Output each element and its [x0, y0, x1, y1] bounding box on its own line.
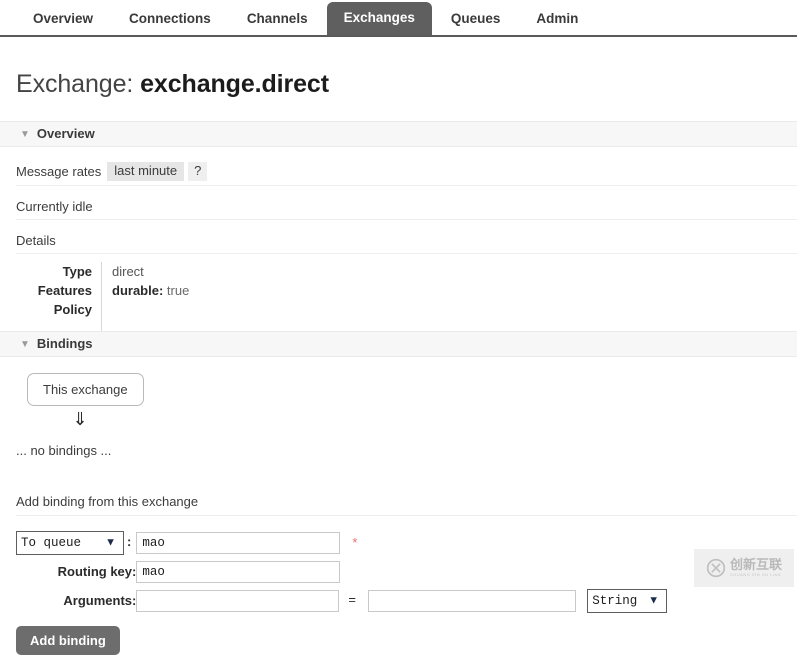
page-title: Exchange: exchange.direct — [0, 54, 797, 104]
help-icon[interactable]: ? — [188, 161, 208, 181]
collapse-triangle-icon: ▼ — [20, 128, 30, 140]
rate-period-tab-last-minute[interactable]: last minute — [107, 161, 185, 181]
section-header-overview-label: Overview — [36, 125, 95, 141]
argument-type-wrap: String Number Boolean List ▼ — [587, 588, 668, 613]
routing-key-input[interactable] — [136, 560, 341, 583]
details-table: Type direct Features durable: true Polic… — [16, 261, 333, 331]
nav-tab-exchanges[interactable]: Exchanges — [326, 2, 432, 35]
this-exchange-node[interactable]: This exchange — [27, 372, 144, 406]
routing-key-label: Routing key: — [57, 564, 137, 579]
details-key-features: Features — [16, 280, 102, 300]
destination-type-select[interactable]: To queue To exchange — [16, 530, 124, 555]
spacer-cell — [340, 558, 667, 586]
nav-tab-overview[interactable]: Overview — [16, 5, 110, 35]
destination-input-cell — [136, 528, 341, 558]
watermark-cjk-text: 创新互联 — [729, 557, 782, 573]
feature-key-durable: durable: — [112, 282, 164, 298]
destination-select-wrap: To queue To exchange ▼ — [16, 530, 124, 555]
nav-tab-channels[interactable]: Channels — [230, 5, 325, 35]
nav-tab-connections[interactable]: Connections — [112, 5, 228, 35]
table-row: Features durable: true — [16, 280, 333, 300]
binding-arrow-down-icon: ⇓ — [72, 408, 88, 429]
main-navigation: Overview Connections Channels Exchanges … — [0, 0, 797, 37]
details-label: Details — [16, 220, 797, 254]
argument-rest-cell: = String Number Boolean List ▼ — [340, 586, 668, 616]
arguments-label: Arguments: — [63, 593, 137, 608]
nav-tab-list: Overview Connections Channels Exchanges … — [0, 0, 797, 35]
feature-value-durable: true — [166, 282, 190, 298]
section-header-overview[interactable]: ▼ Overview — [0, 120, 797, 147]
details-value-features: durable: true — [102, 281, 333, 300]
required-marker: * — [352, 535, 358, 550]
message-rates-status: Currently idle — [16, 186, 797, 220]
page-title-prefix: Exchange: — [16, 69, 134, 98]
section-header-bindings[interactable]: ▼ Bindings — [0, 330, 797, 357]
table-row: Type direct — [16, 261, 332, 281]
watermark-text-block: 创新互联 CHUANG XIN HU LIAN — [730, 559, 782, 578]
required-marker-cell: * — [340, 528, 667, 558]
details-key-type: Type — [16, 261, 102, 281]
argument-type-select[interactable]: String Number Boolean List — [587, 588, 668, 613]
watermark-logo: 创新互联 CHUANG XIN HU LIAN — [694, 549, 794, 587]
message-rates-row: Message rates last minute ? — [16, 147, 797, 186]
section-header-bindings-label: Bindings — [36, 335, 93, 351]
message-rates-label: Message rates — [16, 163, 102, 179]
add-binding-fields: To queue To exchange ▼ : * Routing key: — [16, 528, 668, 616]
argument-key-cell — [136, 586, 340, 616]
routing-key-input-cell — [136, 558, 341, 586]
nav-tab-admin[interactable]: Admin — [519, 5, 595, 35]
collapse-triangle-icon: ▼ — [20, 338, 30, 350]
circle-x-logo-icon — [706, 558, 726, 578]
form-row-destination: To queue To exchange ▼ : * — [16, 528, 667, 558]
overview-body: Message rates last minute ? Currently id… — [0, 147, 797, 331]
form-row-routing-key: Routing key: — [16, 558, 667, 586]
argument-key-input[interactable] — [136, 589, 340, 612]
watermark-inner: 创新互联 CHUANG XIN HU LIAN — [706, 558, 782, 578]
nav-tab-queues[interactable]: Queues — [434, 5, 518, 35]
equals-sign: = — [348, 591, 356, 607]
form-row-arguments: Arguments: = String Number Boolean List — [16, 586, 668, 616]
no-bindings-message: ... no bindings ... — [16, 442, 112, 458]
details-value-policy — [102, 300, 333, 331]
add-binding-legend: Add binding from this exchange — [16, 494, 797, 516]
page-title-object-name: exchange.direct — [140, 69, 329, 98]
destination-select-cell: To queue To exchange ▼ : — [16, 528, 136, 558]
details-key-policy: Policy — [16, 299, 102, 331]
watermark-roman-text: CHUANG XIN HU LIAN — [729, 571, 781, 577]
bindings-body: This exchange ⇓ ... no bindings ... — [0, 357, 797, 458]
table-row: Policy — [16, 299, 333, 331]
add-binding-button[interactable]: Add binding — [16, 625, 120, 655]
add-binding-form: Add binding from this exchange To queue … — [0, 494, 797, 616]
destination-input[interactable] — [136, 531, 341, 554]
destination-colon: : — [127, 533, 132, 549]
argument-value-input[interactable] — [367, 589, 576, 612]
details-value-type: direct — [112, 263, 144, 279]
